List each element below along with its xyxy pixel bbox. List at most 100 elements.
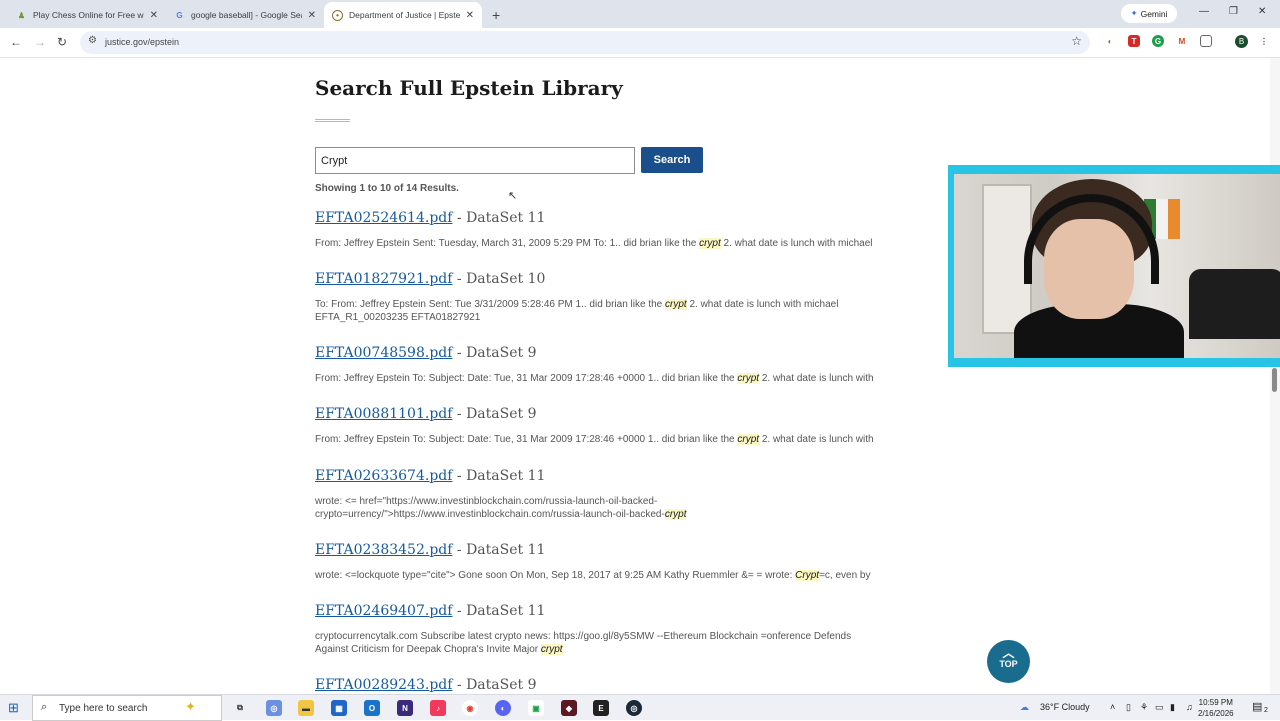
steam-icon[interactable]: ◎ (626, 700, 642, 716)
tab-title: Department of Justice | Epstein (349, 10, 460, 20)
scrollbar-thumb[interactable] (1272, 368, 1277, 392)
taskbar-search[interactable]: ⌕ Type here to search ✦ (32, 695, 222, 721)
new-tab-button[interactable]: + (492, 2, 500, 28)
result-dataset: - DataSet 11 (456, 468, 546, 484)
sparkle-icon: ✦ (1130, 8, 1138, 18)
chevron-up-icon[interactable]: ˄ (1110, 702, 1115, 712)
weather-text: 36°F Cloudy (1040, 702, 1090, 712)
gemini-label: Gemini (1140, 8, 1168, 19)
result-title: EFTA00881101.pdf - DataSet 9 (315, 406, 935, 422)
tab-chess[interactable]: ♟ Play Chess Online for Free with ✕ (8, 2, 166, 28)
chrome-icon[interactable]: ◉ (462, 700, 478, 716)
chat-app-icon[interactable]: ◐ (495, 700, 511, 716)
couch-shape (1189, 269, 1280, 339)
puzzle-icon[interactable] (1200, 35, 1212, 47)
reload-icon[interactable]: ↻ (57, 35, 67, 49)
result-file-link[interactable]: EFTA00881101.pdf (315, 406, 452, 422)
outlook-icon[interactable]: O (364, 700, 380, 716)
result-item: EFTA02383452.pdf - DataSet 11 wrote: <=lo… (315, 542, 935, 583)
task-view-icon[interactable]: ⧉ (232, 700, 248, 716)
bookmark-star-icon[interactable]: ☆ (1071, 34, 1082, 48)
result-snippet: From: Jeffrey Epstein To: Subject: Date:… (315, 434, 935, 447)
result-dataset: - DataSet 9 (456, 406, 537, 422)
result-file-link[interactable]: EFTA00748598.pdf (315, 345, 452, 361)
tray-icon[interactable]: ▮ (1170, 702, 1175, 713)
browser-toolbar: ← → ↻ ⚙ justice.gov/epstein ☆ ◐ T G M ⋮ (0, 28, 1280, 58)
windows-start-icon[interactable]: ⊞ (8, 700, 19, 716)
result-item: EFTA02469407.pdf - DataSet 11 cryptocurre… (315, 603, 935, 656)
music-icon[interactable]: ♪ (430, 700, 446, 716)
extension-icon[interactable]: G (1152, 35, 1164, 47)
app-icon[interactable]: ▣ (528, 700, 544, 716)
search-term-highlight: crypt (699, 238, 721, 249)
result-file-link[interactable]: EFTA02633674.pdf (315, 468, 452, 484)
search-button[interactable]: Search (641, 147, 703, 173)
doj-seal-icon: • (332, 9, 343, 21)
gemini-button[interactable]: ✦ Gemini (1121, 4, 1177, 23)
network-icon[interactable]: ▭ (1155, 702, 1164, 713)
taskbar: ⊞ ⌕ Type here to search ✦ ⧉ ◎ ▬ ▦ O N ♪ … (0, 694, 1280, 721)
result-dataset: - DataSet 11 (456, 210, 546, 226)
extension-icon[interactable]: M (1176, 35, 1188, 47)
result-file-link[interactable]: EFTA01827921.pdf (315, 271, 452, 287)
tab-google[interactable]: G google baseball] - Google Sea ✕ (166, 2, 324, 28)
tab-doj[interactable]: • Department of Justice | Epstein ✕ (324, 2, 482, 28)
tray-icon[interactable]: ⚘ (1140, 702, 1148, 713)
restore-icon[interactable]: ❐ (1229, 6, 1238, 17)
copilot-icon[interactable]: ◎ (266, 700, 282, 716)
close-window-icon[interactable]: ✕ (1258, 6, 1266, 17)
back-icon[interactable]: ← (10, 35, 22, 49)
tab-strip: ♟ Play Chess Online for Free with ✕ G go… (0, 0, 1280, 28)
app-icon[interactable]: N (397, 700, 413, 716)
close-tab-icon[interactable]: ✕ (150, 10, 158, 21)
result-dataset: - DataSet 11 (456, 603, 546, 619)
chevron-up-icon: ︿ (1002, 646, 1015, 660)
address-bar[interactable]: ⚙ justice.gov/epstein ☆ (80, 31, 1090, 54)
minimize-icon[interactable]: — (1199, 6, 1209, 17)
result-dataset: - DataSet 9 (456, 345, 537, 361)
webcam-overlay (948, 165, 1280, 367)
more-menu-icon[interactable]: ⋮ (1258, 35, 1270, 47)
page-title: Search Full Epstein Library (315, 76, 623, 100)
result-file-link[interactable]: EFTA02469407.pdf (315, 603, 452, 619)
search-input[interactable] (315, 147, 635, 174)
app-icon[interactable]: ◆ (561, 700, 577, 716)
search-term-highlight: crypt (664, 508, 687, 520)
extension-icon[interactable]: T (1128, 35, 1140, 47)
clock-date: 2/16/2026 (1198, 709, 1234, 718)
notification-count: 2 (1264, 707, 1268, 714)
result-snippet: wrote: <=lockquote type="cite"> Gone soo… (315, 570, 935, 583)
webcam-video (954, 174, 1280, 358)
result-file-link[interactable]: EFTA02383452.pdf (315, 542, 452, 558)
system-clock[interactable]: 10:59 PM 2/16/2026 (1198, 697, 1234, 719)
close-tab-icon[interactable]: ✕ (308, 10, 316, 21)
title-underline (315, 119, 350, 122)
extension-icon[interactable]: ◐ (1104, 35, 1116, 47)
back-to-top-button[interactable]: ︿ TOP (987, 640, 1030, 683)
result-snippet: cryptocurrencytalk.com Subscribe latest … (315, 631, 935, 656)
file-explorer-icon[interactable]: ▬ (298, 700, 314, 716)
result-dataset: - DataSet 11 (456, 542, 546, 558)
snippet-text: From: Jeffrey Epstein To: Subject: Date:… (315, 434, 738, 445)
result-file-link[interactable]: EFTA02524614.pdf (315, 210, 452, 226)
site-info-icon[interactable]: ⚙ (88, 35, 97, 46)
snippet-text: From: Jeffrey Epstein To: Subject: Date:… (315, 373, 738, 384)
result-title: EFTA02383452.pdf - DataSet 11 (315, 542, 935, 558)
result-item: EFTA00881101.pdf - DataSet 9 From: Jeffre… (315, 406, 935, 447)
profile-avatar[interactable]: B (1235, 35, 1248, 48)
tab-title: Play Chess Online for Free with (33, 10, 144, 20)
close-tab-icon[interactable]: ✕ (466, 10, 474, 21)
tray-icon[interactable]: ▯ (1126, 702, 1131, 713)
forward-icon[interactable]: → (34, 35, 46, 49)
snippet-text: wrote: <= href="https://www.investinbloc… (315, 496, 665, 520)
store-icon[interactable]: ▦ (331, 700, 347, 716)
snippet-text: 2. what date is lunch with michael (720, 238, 873, 249)
mouse-cursor-icon: ↖ (508, 190, 518, 202)
result-title: EFTA00748598.pdf - DataSet 9 (315, 345, 935, 361)
notification-icon[interactable]: ▤ (1252, 700, 1262, 713)
epic-games-icon[interactable]: E (593, 700, 609, 716)
volume-icon[interactable]: ♫ (1186, 702, 1193, 712)
tab-title: google baseball] - Google Sea (191, 10, 302, 20)
scrollbar[interactable] (1270, 58, 1280, 694)
result-file-link[interactable]: EFTA00289243.pdf (315, 677, 452, 693)
